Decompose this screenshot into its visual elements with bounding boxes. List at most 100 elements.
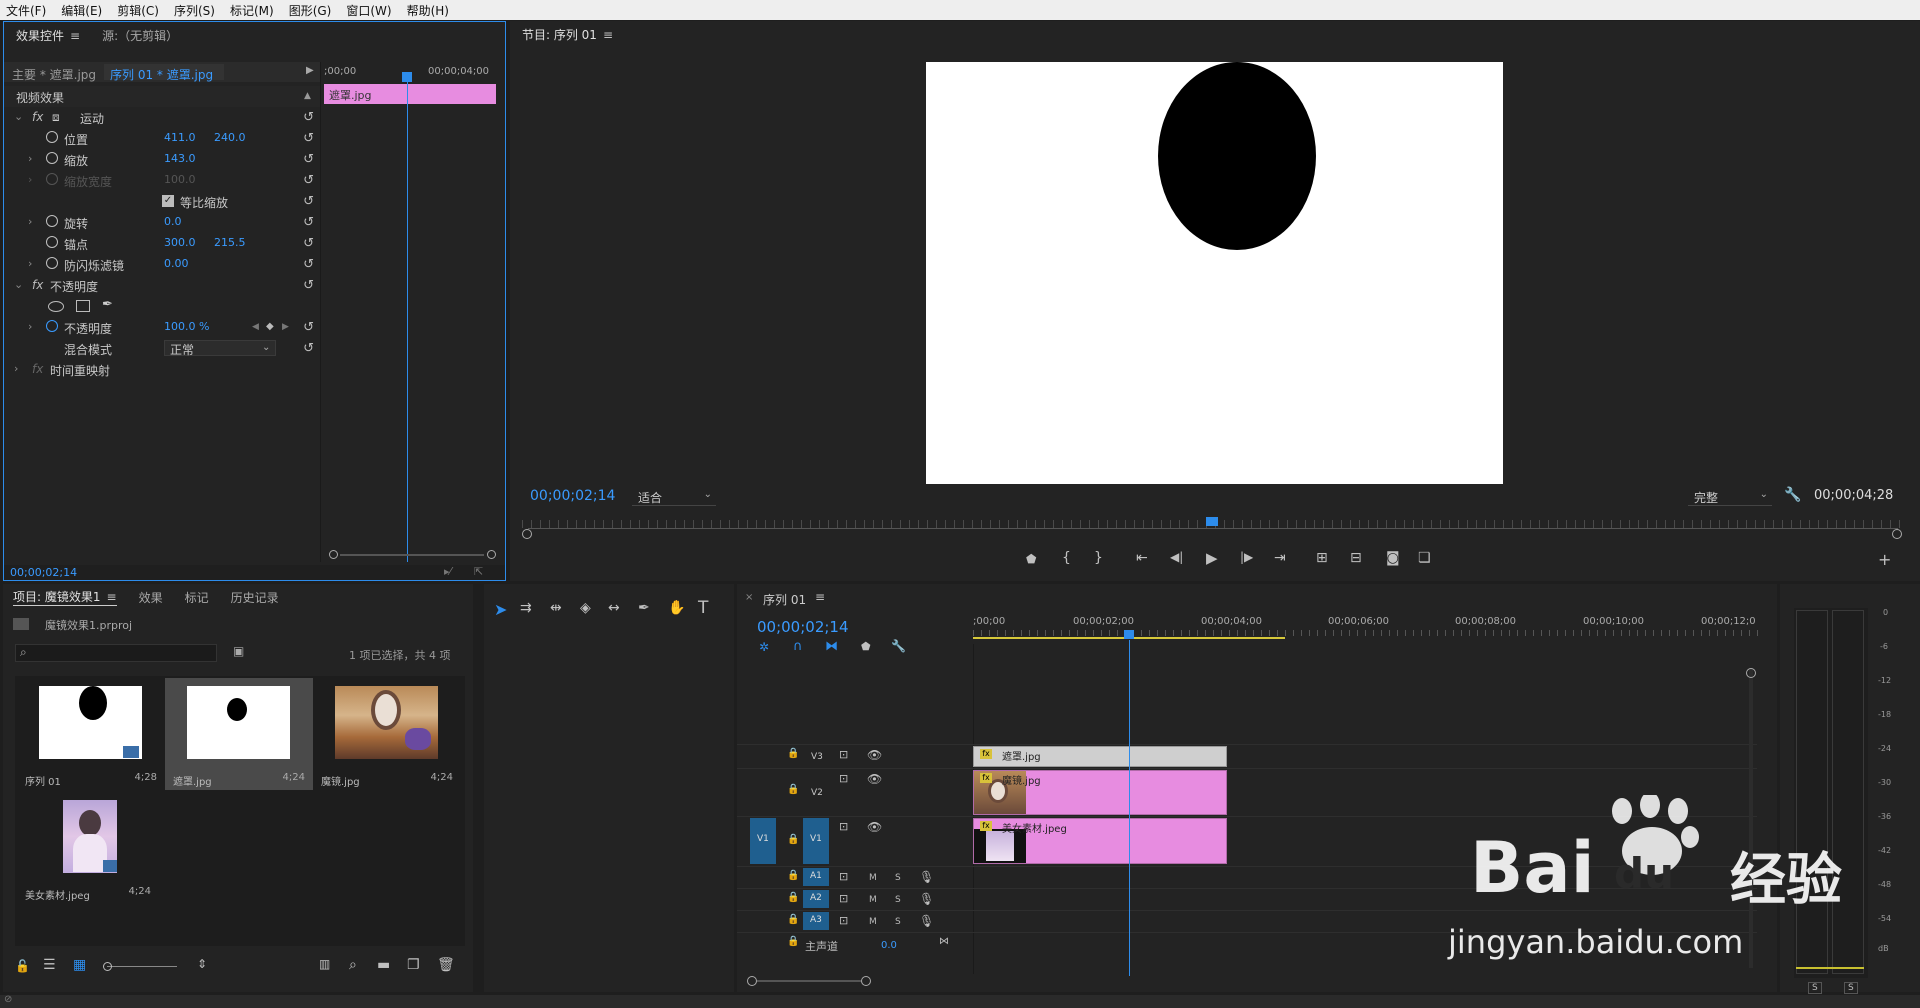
lock-icon[interactable]: 🔓 xyxy=(15,959,30,973)
clip-portrait[interactable]: fx 美女素材.jpeg xyxy=(973,818,1227,864)
next-keyframe-icon[interactable]: ▶ xyxy=(282,322,289,332)
solo-button[interactable]: S xyxy=(895,873,901,883)
slip-tool-icon[interactable]: ↔ xyxy=(608,600,620,616)
type-tool-icon[interactable]: T xyxy=(698,598,708,618)
menu-file[interactable]: 文件(F) xyxy=(6,2,46,19)
project-item-magic-mirror[interactable]: 魔镜.jpg 4;24 xyxy=(313,678,461,790)
wrench-icon[interactable]: 🔧 xyxy=(1784,487,1801,503)
project-item-mask[interactable]: 遮罩.jpg 4;24 xyxy=(165,678,313,790)
wrench-icon[interactable]: 🔧 xyxy=(891,639,906,653)
filter-icon[interactable]: ▸⁄ xyxy=(444,565,451,578)
camera-icon[interactable]: ◙ xyxy=(1386,550,1400,566)
go-to-end-icon[interactable]: ⋈ xyxy=(939,936,949,947)
microphone-icon[interactable]: 🎙 xyxy=(919,892,934,906)
mark-in-icon[interactable]: { xyxy=(1062,550,1071,566)
eye-icon[interactable]: 👁 xyxy=(867,772,882,786)
zoom-slider-handle[interactable] xyxy=(103,962,112,971)
microphone-icon[interactable]: 🎙 xyxy=(919,914,934,928)
rectangle-mask-icon[interactable] xyxy=(76,300,90,312)
stopwatch-icon[interactable] xyxy=(46,257,58,269)
expand-chevron-icon[interactable]: › xyxy=(28,257,32,270)
panel-menu-icon[interactable]: ≡ xyxy=(603,28,613,42)
panel-menu-icon[interactable]: ≡ xyxy=(815,590,825,604)
expand-chevron-icon[interactable]: ⌄ xyxy=(14,110,23,123)
reset-icon[interactable]: ↺ xyxy=(303,257,314,272)
solo-button[interactable]: S xyxy=(895,895,901,905)
stopwatch-active-icon[interactable] xyxy=(46,320,58,332)
extract-icon[interactable]: ⊟ xyxy=(1350,550,1362,566)
add-button-icon[interactable]: + xyxy=(1878,550,1891,569)
lock-icon[interactable]: 🔒 xyxy=(787,870,799,881)
status-icon[interactable]: ⊘ xyxy=(4,994,12,1005)
ec-clip-bar[interactable]: 遮罩.jpg xyxy=(324,84,496,104)
step-back-icon[interactable]: ◀| xyxy=(1170,550,1183,564)
opacity-value[interactable]: 100.0 % xyxy=(164,320,209,333)
tab-effects[interactable]: 效果 xyxy=(139,589,163,606)
tab-project[interactable]: 项目: 魔镜效果1 ≡ xyxy=(13,588,117,606)
time-remap-row[interactable]: › fx 时间重映射 xyxy=(4,359,320,380)
track-target-a3[interactable]: A3 xyxy=(803,912,829,930)
lock-icon[interactable]: 🔒 xyxy=(787,748,799,759)
tab-markers[interactable]: 标记 xyxy=(185,589,209,606)
reset-icon[interactable]: ↺ xyxy=(303,131,314,146)
sync-lock-icon[interactable]: ⊡ xyxy=(839,748,848,761)
close-icon[interactable]: × xyxy=(745,592,753,603)
program-timecode[interactable]: 00;00;02;14 xyxy=(530,488,615,504)
play-only-icon[interactable]: ▶ xyxy=(306,65,314,76)
chevron-down-icon[interactable]: ⌄ xyxy=(262,342,270,353)
add-marker-icon[interactable]: ⬟ xyxy=(861,640,871,653)
menu-edit[interactable]: 编辑(E) xyxy=(61,2,102,19)
expand-chevron-icon[interactable]: ⌄ xyxy=(14,278,23,291)
program-time-ruler[interactable] xyxy=(522,514,1902,534)
stopwatch-icon[interactable] xyxy=(46,215,58,227)
menu-sequence[interactable]: 序列(S) xyxy=(174,2,215,19)
reset-icon[interactable]: ↺ xyxy=(303,194,314,209)
expand-chevron-icon[interactable]: › xyxy=(28,152,32,165)
trash-icon[interactable]: 🗑 xyxy=(437,957,455,973)
checkbox-checked-icon[interactable]: ✓ xyxy=(162,195,174,207)
track-target-a2[interactable]: A2 xyxy=(803,890,829,908)
reset-icon[interactable]: ↺ xyxy=(303,341,314,356)
sort-icon[interactable]: ⇕ xyxy=(197,957,207,971)
solo-right-button[interactable]: S xyxy=(1844,982,1858,994)
menu-markers[interactable]: 标记(M) xyxy=(230,2,274,19)
program-video-frame[interactable] xyxy=(926,62,1503,484)
microphone-icon[interactable]: 🎙 xyxy=(919,870,934,884)
expand-chevron-icon[interactable]: › xyxy=(28,215,32,228)
linked-selection-icon[interactable]: ⧓ xyxy=(825,639,838,654)
lock-icon[interactable]: 🔒 xyxy=(787,784,799,795)
scroll-handle-left[interactable] xyxy=(747,976,757,986)
track-v3-label[interactable]: V3 xyxy=(811,752,823,762)
position-x-value[interactable]: 411.0 xyxy=(164,131,196,144)
menu-clip[interactable]: 剪辑(C) xyxy=(117,2,159,19)
project-search-input[interactable]: ⌕ xyxy=(15,644,217,662)
reset-icon[interactable]: ↺ xyxy=(303,215,314,230)
opacity-group-row[interactable]: ⌄ fx 不透明度 ↺ xyxy=(4,275,320,296)
master-clip-label[interactable]: 主要 * 遮罩.jpg xyxy=(12,66,96,83)
motion-row[interactable]: ⌄ fx ⧈ 运动 ↺ xyxy=(4,107,320,128)
pen-tool-icon[interactable]: ✒ xyxy=(638,600,650,616)
timeline-playhead[interactable] xyxy=(1124,630,1134,639)
solo-left-button[interactable]: S xyxy=(1808,982,1822,994)
play-icon[interactable]: ▶ xyxy=(1206,549,1218,567)
eye-icon[interactable]: 👁 xyxy=(867,820,882,834)
project-item-sequence[interactable]: 序列 01 4;28 xyxy=(17,678,165,790)
track-select-tool-icon[interactable]: ⇉ xyxy=(520,600,532,616)
solo-button[interactable]: S xyxy=(895,917,901,927)
fx-icon[interactable]: fx xyxy=(32,110,43,124)
scroll-handle-right[interactable] xyxy=(1892,529,1902,539)
ec-zoom-scrollbar[interactable] xyxy=(324,550,500,559)
sequence-clip-label[interactable]: 序列 01 * 遮罩.jpg xyxy=(110,66,213,83)
pen-mask-icon[interactable]: ✒ xyxy=(102,297,113,312)
ellipse-mask-icon[interactable] xyxy=(48,301,64,312)
sync-lock-icon[interactable]: ⊡ xyxy=(839,772,848,785)
timeline-title[interactable]: 序列 01 xyxy=(763,591,806,608)
stopwatch-icon[interactable] xyxy=(46,236,58,248)
timeline-ruler[interactable]: ;00;00 00;00;02;00 00;00;04;00 00;00;06;… xyxy=(973,612,1763,642)
automate-sequence-icon[interactable]: ▥ xyxy=(319,957,330,971)
sync-lock-icon[interactable]: ⊡ xyxy=(839,820,848,833)
track-v2-label[interactable]: V2 xyxy=(811,788,823,798)
lock-icon[interactable]: 🔒 xyxy=(787,834,799,845)
antiflicker-value[interactable]: 0.00 xyxy=(164,257,189,270)
program-playhead[interactable] xyxy=(1206,517,1218,526)
